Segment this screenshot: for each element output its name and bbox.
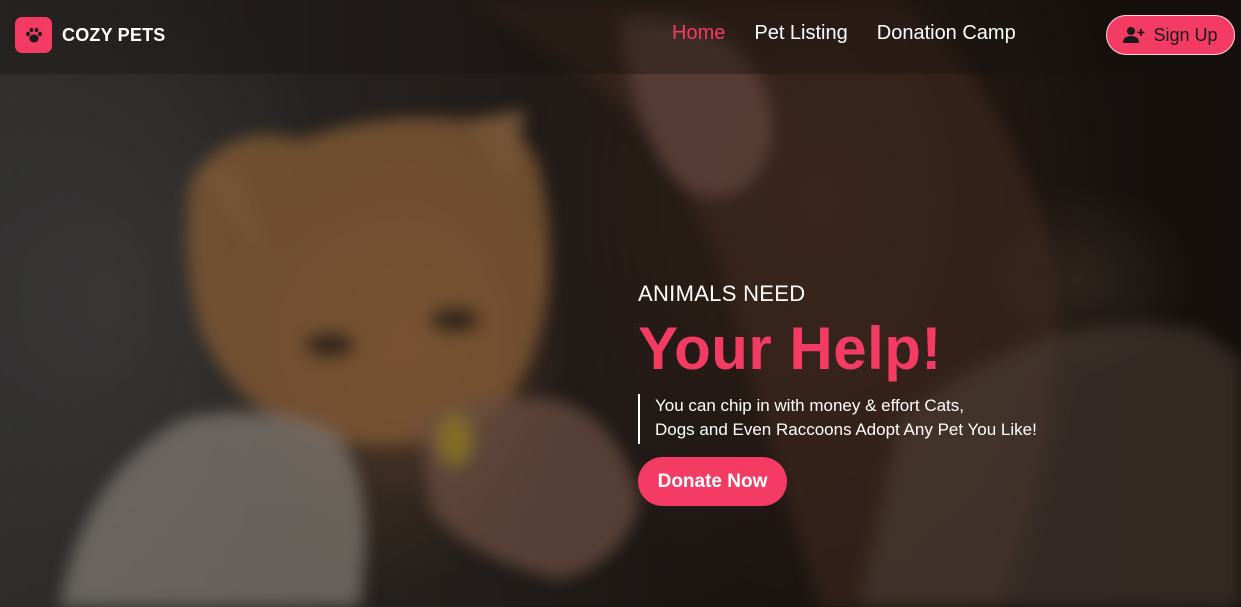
sign-up-button[interactable]: Sign Up [1106, 15, 1235, 55]
nav-link-donation-camp[interactable]: Donation Camp [877, 22, 1016, 45]
user-plus-icon [1123, 27, 1145, 43]
sign-up-label: Sign Up [1153, 24, 1218, 45]
nav-link-home[interactable]: Home [672, 22, 725, 45]
hero-description: You can chip in with money & effort Cats… [638, 394, 1037, 444]
hero-background-image [0, 0, 1241, 607]
hero-description-line: Dogs and Even Raccoons Adopt Any Pet You… [655, 420, 1037, 439]
donate-now-button[interactable]: Donate Now [638, 457, 787, 506]
nav-links: Home Pet Listing Donation Camp [672, 22, 1045, 45]
brand[interactable]: COZY PETS [15, 17, 166, 53]
top-navbar: COZY PETS Home Pet Listing Donation Camp… [0, 0, 1241, 74]
nav-link-pet-listing[interactable]: Pet Listing [754, 22, 847, 45]
hero-title: Your Help! [638, 315, 942, 382]
hero-eyebrow: ANIMALS NEED [638, 281, 806, 306]
brand-name: COZY PETS [62, 24, 166, 45]
hero-section: COZY PETS Home Pet Listing Donation Camp… [0, 0, 1241, 607]
hero-description-line: You can chip in with money & effort Cats… [655, 396, 965, 415]
paw-icon [15, 17, 52, 53]
